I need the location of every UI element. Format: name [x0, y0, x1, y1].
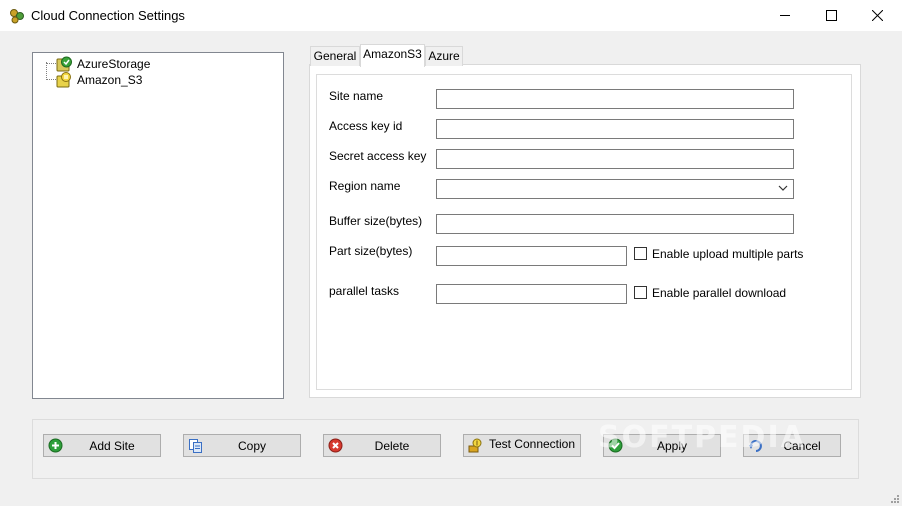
- azure-storage-icon: [56, 56, 72, 72]
- tab-label: AmazonS3: [363, 47, 422, 61]
- copy-button[interactable]: Copy: [183, 434, 301, 457]
- buffer-size-input[interactable]: [436, 214, 794, 234]
- add-icon: [48, 438, 63, 453]
- parallel-tasks-label: parallel tasks: [329, 284, 400, 298]
- tree-connector: [46, 62, 47, 80]
- tree-connector: [46, 63, 56, 64]
- access-key-id-input[interactable]: [436, 119, 794, 139]
- watermark: SOFTPEDIA: [598, 420, 806, 455]
- add-site-button[interactable]: Add Site: [43, 434, 161, 457]
- part-size-label: Part size(bytes): [329, 244, 413, 258]
- maximize-button[interactable]: [808, 0, 854, 31]
- tree-connector: [46, 79, 56, 80]
- secret-access-key-input[interactable]: [436, 149, 794, 169]
- chevron-down-icon: [778, 185, 788, 191]
- minimize-button[interactable]: [762, 0, 808, 31]
- resize-grip-icon[interactable]: [890, 494, 900, 504]
- region-name-label: Region name: [329, 179, 401, 193]
- test-connection-icon: [468, 438, 482, 453]
- delete-icon: [328, 438, 343, 453]
- site-name-input[interactable]: [436, 89, 794, 109]
- copy-icon: [189, 439, 202, 453]
- window-title: Cloud Connection Settings: [31, 8, 185, 23]
- buffer-size-label: Buffer size(bytes): [329, 214, 423, 228]
- button-label: Test Connection: [488, 437, 576, 451]
- cloud-connections-icon: [10, 9, 24, 24]
- site-name-label: Site name: [329, 89, 384, 103]
- enable-upload-multiple-parts-label[interactable]: Enable upload multiple parts: [652, 247, 803, 261]
- tab-azure[interactable]: Azure: [425, 46, 463, 66]
- title-bar: Cloud Connection Settings: [0, 0, 902, 31]
- access-key-id-label: Access key id: [329, 119, 403, 133]
- button-label: Delete: [374, 439, 410, 453]
- amazon-s3-icon: [56, 72, 71, 88]
- part-size-input[interactable]: [436, 246, 627, 266]
- test-connection-button[interactable]: Test Connection: [463, 434, 581, 457]
- tab-amazons3[interactable]: AmazonS3: [360, 44, 425, 67]
- enable-upload-multiple-parts-checkbox[interactable]: [634, 247, 647, 260]
- button-label: Copy: [237, 439, 266, 453]
- tab-label: Azure: [428, 49, 460, 63]
- enable-parallel-download-checkbox[interactable]: [634, 286, 647, 299]
- delete-button[interactable]: Delete: [323, 434, 441, 457]
- tree-item-label: AzureStorage: [77, 57, 151, 71]
- tab-general[interactable]: General: [310, 46, 360, 66]
- button-label: Add Site: [89, 439, 135, 453]
- close-button[interactable]: [854, 0, 900, 31]
- minimize-icon: [779, 15, 790, 16]
- maximize-icon: [825, 10, 837, 21]
- tree-item-label: Amazon_S3: [77, 73, 143, 87]
- region-name-select[interactable]: [436, 179, 794, 199]
- tab-label: General: [313, 49, 357, 63]
- enable-parallel-download-label[interactable]: Enable parallel download: [652, 286, 786, 300]
- secret-access-key-label: Secret access key: [329, 149, 427, 163]
- site-tree[interactable]: AzureStorage Amazon_S3: [32, 52, 284, 399]
- parallel-tasks-input[interactable]: [436, 284, 627, 304]
- close-icon: [871, 10, 883, 21]
